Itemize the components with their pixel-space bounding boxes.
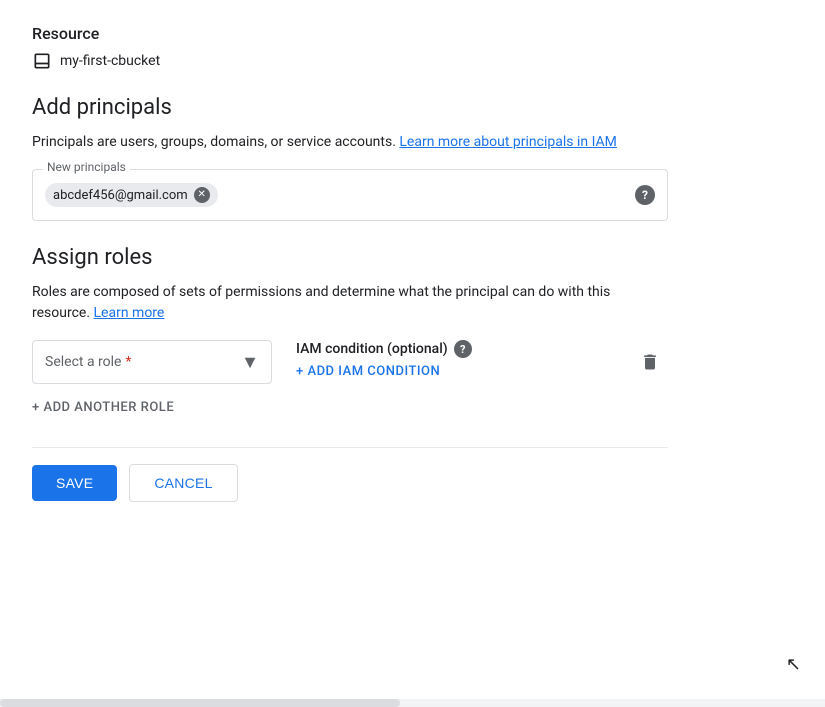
learn-more-roles-link[interactable]: Learn more	[94, 305, 165, 321]
scrollbar-thumb[interactable]	[0, 699, 400, 707]
add-principals-description: Principals are users, groups, domains, o…	[32, 132, 668, 153]
cursor-indicator: ↖	[786, 654, 801, 675]
add-principals-heading: Add principals	[32, 95, 668, 120]
dropdown-arrow-icon: ▼	[241, 352, 259, 373]
resource-label: Resource	[32, 24, 668, 43]
new-principals-input-wrapper[interactable]: New principals abcdef456@gmail.com ✕ ?	[32, 169, 668, 221]
bucket-name: my-first-cbucket	[60, 53, 160, 69]
chip-close-icon[interactable]: ✕	[194, 187, 210, 203]
save-button[interactable]: SAVE	[32, 465, 117, 501]
assign-roles-heading: Assign roles	[32, 245, 668, 270]
bottom-scrollbar[interactable]	[0, 699, 825, 707]
add-iam-condition-link[interactable]: + ADD IAM CONDITION	[296, 364, 472, 379]
add-principals-section: Add principals Principals are users, gro…	[32, 95, 668, 221]
action-buttons: SAVE CANCEL	[32, 464, 668, 502]
resource-section: Resource my-first-cbucket	[32, 24, 668, 71]
bucket-icon	[32, 51, 52, 71]
cancel-button[interactable]: CANCEL	[129, 464, 237, 502]
select-role-dropdown[interactable]: Select a role * ▼	[32, 340, 272, 384]
assign-roles-section: Assign roles Roles are composed of sets …	[32, 245, 668, 415]
new-principals-label: New principals	[43, 160, 130, 174]
iam-condition-label-text: IAM condition (optional)	[296, 341, 448, 357]
required-star: *	[125, 354, 131, 370]
principals-help-icon[interactable]: ?	[635, 185, 655, 205]
add-another-role-text: + ADD ANOTHER ROLE	[32, 400, 174, 415]
page-container: Resource my-first-cbucket Add principals…	[0, 0, 700, 526]
assign-roles-description: Roles are composed of sets of permission…	[32, 282, 668, 324]
bucket-icon-row: my-first-cbucket	[32, 51, 668, 71]
iam-condition-column: IAM condition (optional) ? + ADD IAM CON…	[296, 340, 472, 379]
learn-more-principals-link[interactable]: Learn more about principals in IAM	[399, 134, 616, 150]
iam-condition-help-icon[interactable]: ?	[454, 340, 472, 358]
chip-email-text: abcdef456@gmail.com	[53, 188, 188, 203]
delete-role-button[interactable]	[632, 344, 668, 380]
select-role-placeholder: Select a role	[45, 354, 121, 370]
add-another-role-button[interactable]: + ADD ANOTHER ROLE	[32, 400, 668, 415]
email-chip: abcdef456@gmail.com ✕	[45, 183, 218, 207]
add-iam-condition-text: + ADD IAM CONDITION	[296, 364, 440, 379]
iam-condition-label-row: IAM condition (optional) ?	[296, 340, 472, 358]
select-role-text: Select a role *	[45, 354, 131, 370]
divider	[32, 447, 668, 448]
description-start-text: Principals are users, groups, domains, o…	[32, 134, 396, 150]
roles-row: Select a role * ▼ IAM condition (optiona…	[32, 340, 668, 384]
